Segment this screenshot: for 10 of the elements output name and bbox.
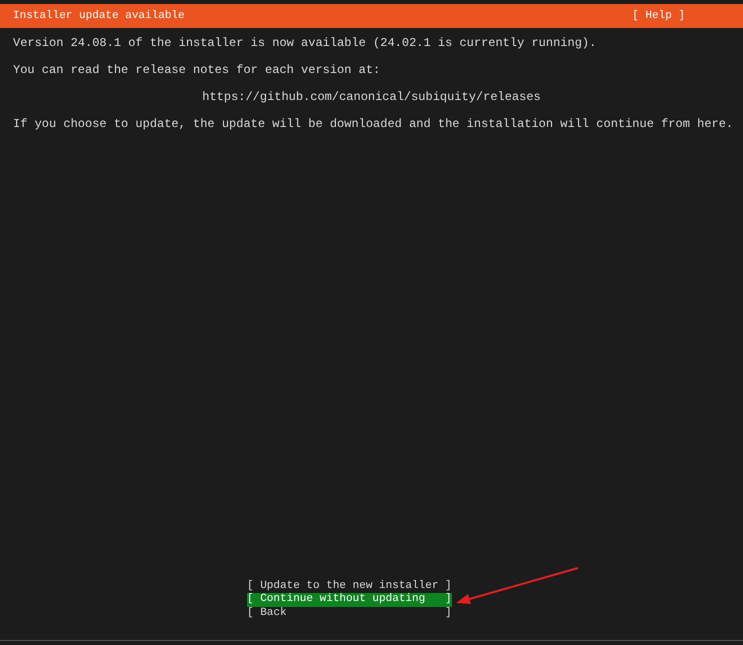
message-text: Version 24.08.1 of the installer is now available (24.02.1 is currently running). <box>13 35 596 52</box>
menu-button[interactable]: [ Back ] <box>247 606 452 620</box>
message-text: If you choose to update, the update will be downloaded and the installation will continue from here. <box>13 116 734 133</box>
message-text: You can read the release notes for each version at: <box>13 62 380 79</box>
help-button[interactable]: [ Help ] <box>632 8 685 24</box>
menu-button[interactable]: [ Update to the new installer ] <box>247 580 452 593</box>
menu-button[interactable]: [ Continue without updating ] <box>247 593 452 606</box>
window-title: Installer update available <box>13 8 185 24</box>
release-notes-url: https://github.com/canonical/subiquity/releases <box>202 89 541 106</box>
arrow-icon <box>454 566 580 606</box>
